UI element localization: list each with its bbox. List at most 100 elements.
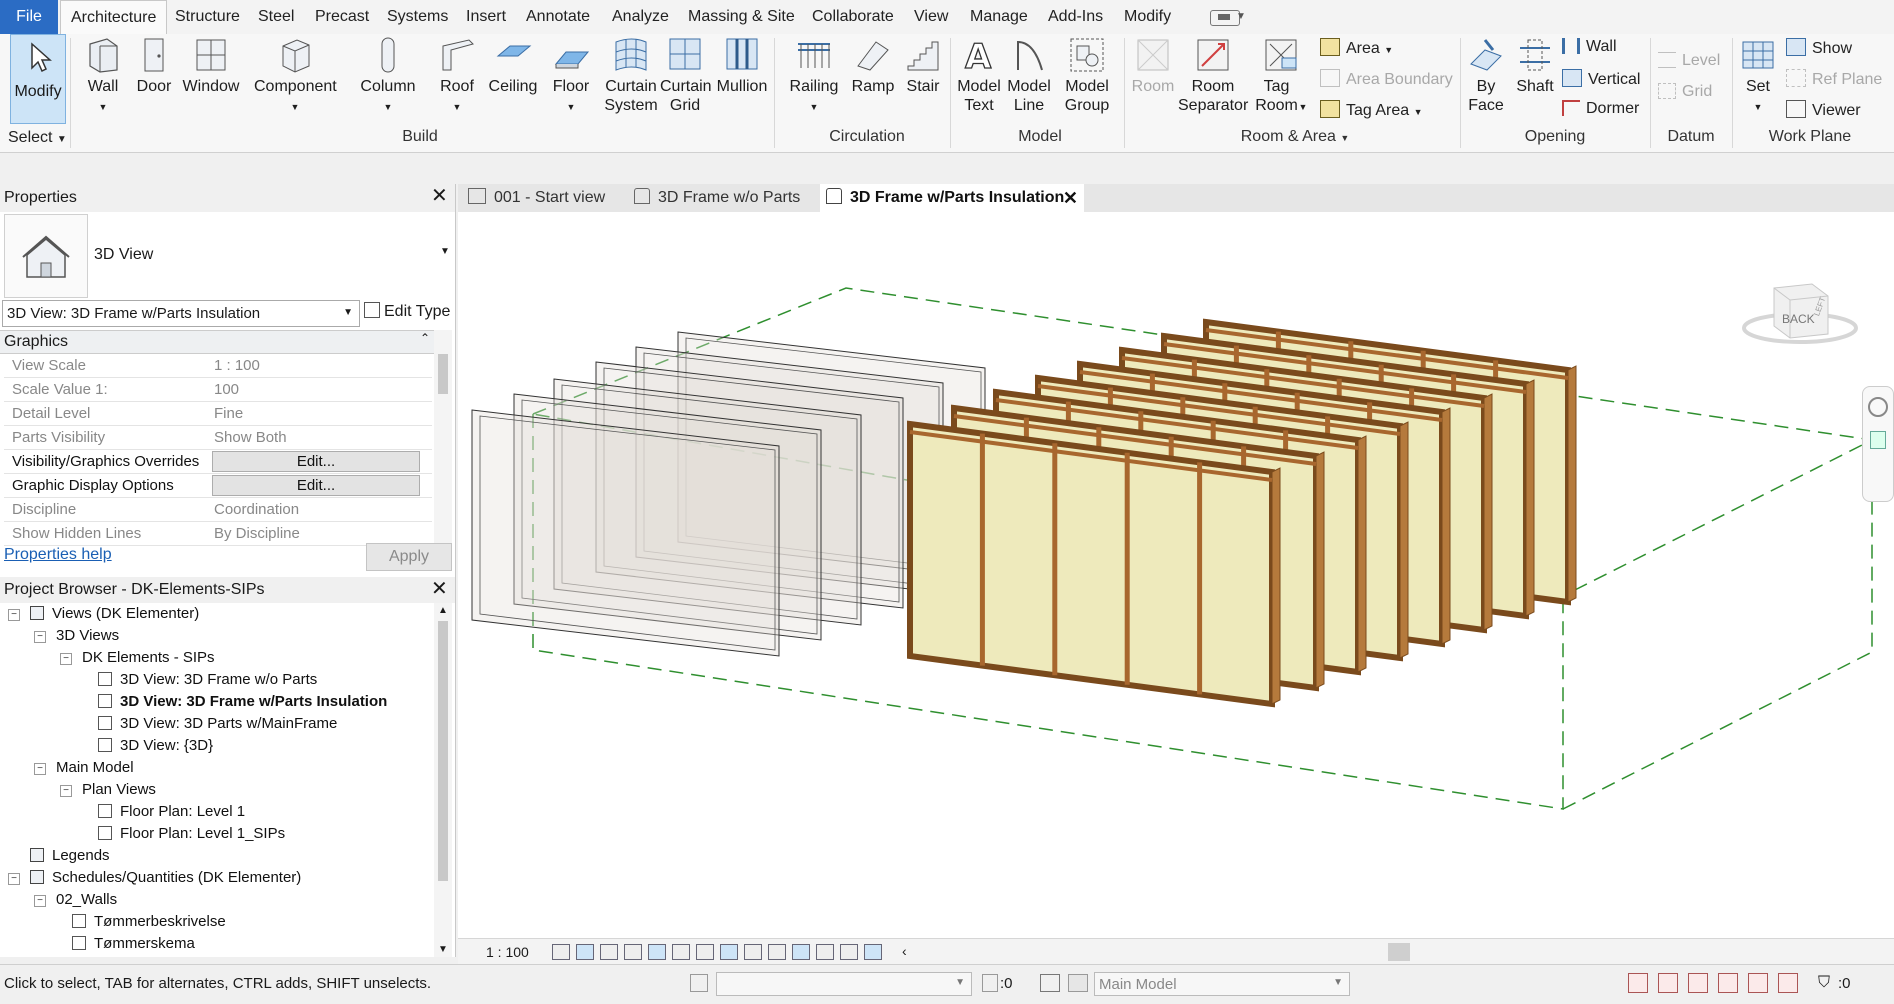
property-value[interactable]: Coordination (214, 501, 299, 518)
select-dropdown[interactable]: Select ▼ (8, 129, 67, 147)
view-scale-button[interactable]: 1 : 100 (486, 944, 529, 960)
worksharing-icon[interactable] (792, 944, 810, 960)
property-value[interactable]: By Discipline (214, 525, 300, 542)
view-canvas[interactable]: BACK LEFT (458, 212, 1894, 942)
shaft-button[interactable]: Shaft (1512, 36, 1558, 96)
timber-frames[interactable] (907, 318, 1577, 708)
viewcube-face-label[interactable]: BACK (1782, 312, 1815, 326)
reveal-hidden-icon[interactable] (768, 944, 786, 960)
analytical-model-icon[interactable] (816, 944, 834, 960)
tree-toggle[interactable]: − (60, 785, 72, 797)
viewer-button[interactable]: Viewer (1786, 100, 1861, 120)
tree-item[interactable]: Schedules/Quantities (DK Elementer) (30, 869, 301, 886)
filter-icon[interactable]: ⛉ (1818, 974, 1830, 992)
tab-modify[interactable]: Modify (1114, 0, 1181, 34)
tree-item[interactable]: DK Elements - SIPs (82, 649, 215, 666)
stair-button[interactable]: Stair (902, 36, 944, 96)
tab-analyze[interactable]: Analyze (602, 0, 679, 34)
graphic-display-edit-button[interactable]: Edit... (212, 475, 420, 496)
by-face-button[interactable]: By Face (1464, 36, 1508, 115)
sun-path-icon[interactable] (600, 944, 618, 960)
chevron-left-icon[interactable]: ‹ (902, 943, 907, 959)
chevron-up-icon[interactable]: ▲ (438, 605, 448, 616)
tab-steel[interactable]: Steel (248, 0, 304, 34)
select-pinned-icon[interactable] (1688, 973, 1708, 993)
render-icon[interactable] (648, 944, 666, 960)
area-button[interactable]: Area ▼ (1320, 38, 1393, 58)
tree-item[interactable]: Main Model (56, 759, 134, 776)
tree-item[interactable]: 02_Walls (56, 891, 117, 908)
vertical-opening-button[interactable]: Vertical (1562, 69, 1640, 89)
tree-toggle[interactable]: − (8, 609, 20, 621)
floor-button[interactable]: Floor ▼ (548, 36, 594, 117)
chevron-down-icon[interactable]: ▼ (438, 944, 448, 955)
tree-item[interactable]: 3D View: 3D Frame w/o Parts (98, 671, 317, 688)
tree-item[interactable]: 3D View: {3D} (98, 737, 213, 754)
horizontal-scrollbar-thumb[interactable] (1388, 943, 1410, 961)
detail-level-icon[interactable] (552, 944, 570, 960)
tab-file[interactable]: File (0, 0, 58, 34)
chevron-down-icon[interactable]: ▼ (1236, 11, 1246, 22)
select-by-face-icon[interactable] (1718, 973, 1738, 993)
tree-item[interactable]: Legends (30, 847, 110, 864)
set-button[interactable]: Set ▼ (1736, 36, 1780, 117)
property-value[interactable]: Show Both (214, 429, 287, 446)
room-separator-button[interactable]: Room Separator (1178, 36, 1248, 115)
browser-scrollbar[interactable]: ▲ ▼ (434, 603, 452, 957)
tab-annotate[interactable]: Annotate (516, 0, 600, 34)
navigation-bar[interactable] (1862, 386, 1894, 502)
show-button[interactable]: Show (1786, 38, 1852, 58)
shadows-icon[interactable] (624, 944, 642, 960)
tab-structure[interactable]: Structure (165, 0, 250, 34)
railing-button[interactable]: Railing ▼ (786, 36, 842, 117)
tree-item[interactable]: Plan Views (82, 781, 156, 798)
tree-toggle[interactable]: − (34, 631, 46, 643)
select-links-icon[interactable] (1628, 973, 1648, 993)
properties-scrollbar[interactable]: ▼ (434, 330, 452, 554)
room-button[interactable]: Room (1128, 36, 1178, 96)
workset-dropdown[interactable]: ▼ (716, 972, 972, 996)
tree-item[interactable]: 3D View: 3D Frame w/Parts Insulation (98, 693, 387, 710)
show-crop-icon[interactable] (696, 944, 714, 960)
column-button[interactable]: Column ▼ (358, 36, 418, 117)
visual-style-icon[interactable] (576, 944, 594, 960)
tab-manage[interactable]: Manage (960, 0, 1038, 34)
door-button[interactable]: Door (136, 36, 172, 96)
editable-only-icon[interactable] (1040, 974, 1060, 992)
constraints-icon[interactable] (864, 944, 882, 960)
tree-toggle[interactable]: − (8, 873, 20, 885)
tree-toggle[interactable]: − (34, 895, 46, 907)
close-tab-icon[interactable]: ✕ (1063, 184, 1078, 212)
tab-insert[interactable]: Insert (456, 0, 516, 34)
highlight-displacement-icon[interactable] (840, 944, 858, 960)
visibility-graphics-edit-button[interactable]: Edit... (212, 451, 420, 472)
tag-area-button[interactable]: Tag Area ▼ (1320, 100, 1423, 120)
select-underlay-icon[interactable] (1658, 973, 1678, 993)
instance-selector[interactable]: 3D View: 3D Frame w/Parts Insulation ▼ (2, 300, 360, 327)
tree-item[interactable]: Floor Plan: Level 1_SIPs (98, 825, 285, 842)
ceiling-button[interactable]: Ceiling (488, 36, 538, 96)
tree-item[interactable]: Floor Plan: Level 1 (98, 803, 245, 820)
view-tab[interactable]: 001 - Start view (462, 184, 622, 212)
tree-item[interactable]: Views (DK Elementer) (30, 605, 199, 622)
dormer-button[interactable]: Dormer (1562, 100, 1639, 118)
crop-view-icon[interactable] (672, 944, 690, 960)
tag-room-button[interactable]: Tag Room▼ (1254, 36, 1308, 117)
property-value[interactable]: Fine (214, 405, 243, 422)
scrollbar-thumb[interactable] (438, 621, 448, 881)
tab-massing-site[interactable]: Massing & Site (678, 0, 805, 34)
curtain-system-button[interactable]: Curtain System (604, 36, 658, 115)
temporary-hide-icon[interactable] (744, 944, 762, 960)
area-boundary-button[interactable]: Area Boundary (1320, 69, 1453, 89)
property-value[interactable]: 100 (214, 381, 239, 398)
scrollbar-thumb[interactable] (438, 354, 448, 394)
room-area-panel-label[interactable]: Room & Area ▼ (1220, 128, 1370, 146)
tree-item[interactable]: 3D View: 3D Parts w/MainFrame (98, 715, 337, 732)
modify-button[interactable]: Modify (10, 34, 66, 124)
ramp-button[interactable]: Ramp (850, 36, 896, 96)
viewcube[interactable]: BACK LEFT (1742, 266, 1858, 346)
level-button[interactable]: Level (1658, 52, 1720, 70)
model-line-button[interactable]: Model Line (1006, 36, 1052, 115)
wall-button[interactable]: Wall ▼ (82, 36, 124, 117)
tree-toggle[interactable]: − (34, 763, 46, 775)
